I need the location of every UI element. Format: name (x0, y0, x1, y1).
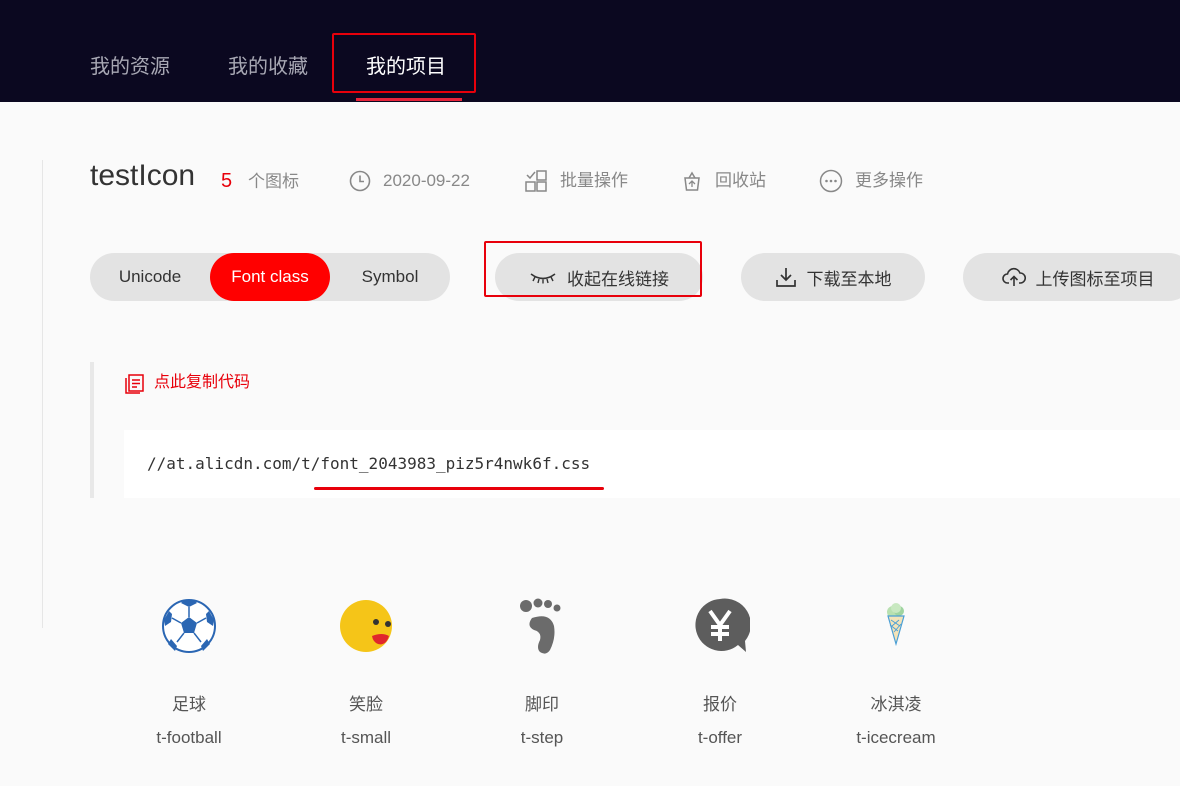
project-date: 2020-09-22 (349, 169, 470, 193)
icon-card-football[interactable]: 足球 t-football (129, 596, 249, 749)
icon-count: 5 (221, 170, 233, 192)
css-link-url[interactable]: //at.alicdn.com/t/font_2043983_piz5r4nwk… (147, 453, 590, 475)
upload-button[interactable]: 上传图标至项目 (963, 253, 1180, 301)
smile-icon (340, 600, 392, 652)
annotation-underline (314, 487, 604, 490)
code-section-bar (90, 362, 94, 498)
icon-name: 笑脸 (349, 695, 383, 714)
batch-operation-label: 批量操作 (560, 171, 628, 190)
download-label: 下载至本地 (806, 269, 892, 289)
icon-card-footprint[interactable]: 脚印 t-step (482, 596, 602, 749)
icon-card-icecream[interactable]: 冰淇凌 t-icecream (836, 596, 956, 749)
left-divider (42, 160, 43, 628)
more-actions-button[interactable]: 更多操作 (819, 169, 923, 193)
icon-class: t-step (520, 728, 564, 747)
download-icon (775, 268, 796, 287)
more-dots-icon (819, 169, 843, 193)
icon-name: 脚印 (525, 695, 559, 714)
copy-code-link[interactable]: 点此复制代码 (124, 372, 250, 394)
recycle-bin-label: 回收站 (715, 171, 766, 190)
mode-font-class[interactable]: Font class (210, 253, 330, 301)
icon-class: t-small (340, 728, 392, 747)
copy-code-label: 点此复制代码 (154, 374, 251, 391)
icon-class: t-football (156, 728, 222, 747)
mode-unicode[interactable]: Unicode (90, 253, 210, 301)
batch-grid-icon (525, 170, 547, 192)
tab-my-favorites[interactable]: 我的收藏 (228, 56, 308, 78)
copy-document-icon (125, 374, 144, 394)
icecream-icon (887, 603, 905, 647)
icon-card-offer[interactable]: 报价 t-offer (660, 596, 780, 749)
date-text: 2020-09-22 (383, 171, 470, 190)
icon-class: t-offer (697, 728, 743, 747)
download-button[interactable]: 下载至本地 (741, 253, 925, 301)
icon-count-label: 个图标 (248, 172, 299, 191)
highlight-box-collapse (484, 241, 702, 297)
top-nav: 我的资源 我的收藏 我的项目 (0, 0, 1180, 102)
tab-my-resources[interactable]: 我的资源 (90, 56, 170, 78)
recycle-bin-icon (684, 171, 700, 191)
cloud-upload-icon (1001, 267, 1026, 286)
yen-offer-icon (695, 598, 751, 652)
icon-card-smile[interactable]: 笑脸 t-small (306, 596, 426, 749)
active-tab-indicator (356, 98, 462, 101)
clock-icon (349, 170, 371, 192)
batch-operation-button[interactable]: 批量操作 (524, 169, 628, 193)
project-title: testIcon (90, 159, 196, 192)
more-actions-label: 更多操作 (855, 171, 923, 190)
mode-symbol[interactable]: Symbol (330, 253, 450, 301)
mode-switch: Unicode Font class Symbol (90, 253, 450, 301)
icon-name: 冰淇凌 (870, 695, 922, 714)
icon-name: 报价 (703, 695, 737, 714)
highlight-box-tab (332, 33, 476, 93)
football-icon (162, 599, 216, 653)
upload-label: 上传图标至项目 (1035, 269, 1155, 289)
icon-class: t-icecream (856, 728, 936, 747)
recycle-bin-button[interactable]: 回收站 (681, 169, 766, 193)
icon-name: 足球 (172, 695, 206, 714)
footprint-icon (520, 598, 561, 654)
